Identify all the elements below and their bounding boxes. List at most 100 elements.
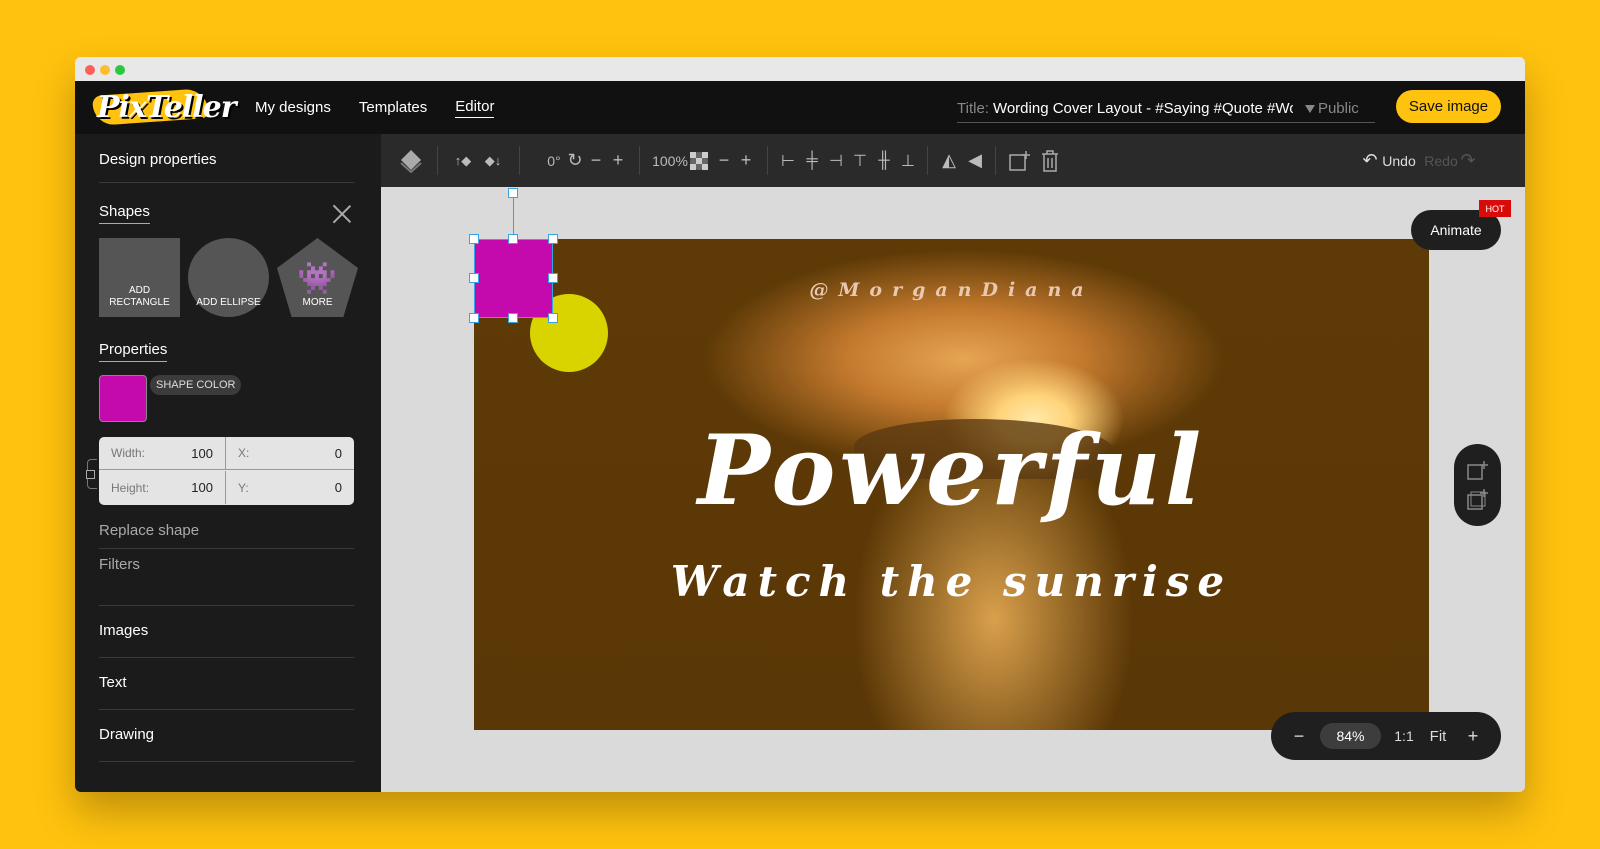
align-right-icon[interactable]: ⊣ — [825, 134, 847, 187]
zoom-fit-button[interactable]: Fit — [1423, 712, 1453, 760]
transparency-icon[interactable] — [689, 134, 709, 187]
redo-icon[interactable]: ↷ — [1459, 134, 1477, 187]
space-invader-icon: 👾 — [297, 260, 337, 296]
canvas-area[interactable]: @MorganDiana Powerful Watch the sunrise … — [381, 187, 1525, 792]
separator — [639, 146, 640, 175]
duplicate-icon[interactable] — [1007, 134, 1033, 187]
maximize-window-button[interactable] — [115, 65, 125, 75]
resize-handle-n[interactable] — [508, 234, 518, 244]
app-window: PixTeller My designs Templates Editor Ti… — [75, 57, 1525, 792]
design-image[interactable]: @MorganDiana Powerful Watch the sunrise — [474, 239, 1429, 730]
resize-handle-e[interactable] — [548, 273, 558, 283]
flip-horizontal-icon[interactable]: ◭ — [937, 134, 961, 187]
resize-handle-w[interactable] — [469, 273, 479, 283]
opacity-plus-icon[interactable]: + — [737, 134, 755, 187]
properties-title: Properties — [99, 341, 168, 362]
resize-handle-ne[interactable] — [548, 234, 558, 244]
height-value[interactable]: 100 — [191, 480, 213, 495]
separator — [927, 146, 928, 175]
width-label: Width: — [111, 446, 146, 460]
headline-text[interactable]: Powerful — [474, 414, 1429, 527]
rotate-icon[interactable]: ↻ — [565, 134, 585, 187]
y-value[interactable]: 0 — [335, 480, 342, 495]
dimensions-panel: Width: 100 X: 0 Height: 100 Y: 0 — [99, 437, 354, 505]
y-field[interactable]: Y: 0 — [226, 471, 354, 504]
resize-handle-s[interactable] — [508, 313, 518, 323]
flip-vertical-icon[interactable]: ◀ — [963, 134, 987, 187]
main-nav: My designs Templates Editor — [255, 81, 495, 134]
align-bottom-icon[interactable]: ⊥ — [897, 134, 919, 187]
handle-text[interactable]: @MorganDiana — [474, 279, 1429, 301]
resize-handle-se[interactable] — [548, 313, 558, 323]
save-image-button[interactable]: Save image — [1396, 90, 1501, 123]
duplicate-page-icon[interactable] — [1467, 488, 1489, 510]
lock-toggle[interactable] — [86, 470, 95, 479]
nav-editor[interactable]: Editor — [455, 98, 495, 118]
zoom-1to1-button[interactable]: 1:1 — [1389, 712, 1419, 760]
divider — [99, 761, 354, 762]
title-input[interactable]: Wording Cover Layout - #Saying #Quote #W… — [993, 100, 1293, 117]
add-page-icon[interactable] — [1467, 460, 1489, 480]
height-field[interactable]: Height: 100 — [99, 471, 226, 504]
align-top-icon[interactable]: ⊤ — [849, 134, 871, 187]
drawing-section[interactable]: Drawing — [99, 726, 154, 743]
x-field[interactable]: X: 0 — [226, 437, 354, 470]
pixteller-logo[interactable]: PixTeller — [85, 86, 236, 130]
visibility-dropdown[interactable]: Public — [1304, 100, 1359, 117]
trash-icon[interactable] — [1037, 134, 1063, 187]
minimize-window-button[interactable] — [100, 65, 110, 75]
align-middle-icon[interactable]: ╫ — [873, 134, 895, 187]
close-window-button[interactable] — [85, 65, 95, 75]
undo-icon[interactable]: ↶ — [1361, 134, 1379, 187]
close-icon[interactable] — [332, 204, 352, 224]
send-backward-icon[interactable]: ◆↓ — [479, 134, 507, 187]
hot-badge: HOT — [1479, 200, 1511, 217]
resize-handle-sw[interactable] — [469, 313, 479, 323]
separator — [767, 146, 768, 175]
images-section[interactable]: Images — [99, 622, 148, 639]
x-value[interactable]: 0 — [335, 446, 342, 461]
zoom-out-icon[interactable]: − — [1285, 712, 1313, 760]
filters-link[interactable]: Filters — [99, 556, 140, 573]
page-actions-pill — [1454, 444, 1501, 526]
bring-forward-icon[interactable]: ↑◆ — [449, 134, 477, 187]
selected-rectangle-shape[interactable] — [474, 239, 553, 318]
shape-color-swatch[interactable] — [99, 375, 147, 422]
separator — [437, 146, 438, 175]
nav-my-designs[interactable]: My designs — [255, 99, 331, 116]
logo-text: PixTeller — [97, 90, 236, 125]
rotate-handle[interactable] — [508, 188, 518, 198]
shape-color-label: SHAPE COLOR — [150, 375, 242, 395]
design-title-field[interactable]: Title: Wording Cover Layout - #Saying #Q… — [957, 95, 1375, 123]
separator — [519, 146, 520, 175]
opacity-minus-icon[interactable]: − — [715, 134, 733, 187]
add-rectangle-button[interactable]: ADD RECTANGLE — [99, 238, 180, 317]
replace-shape-link[interactable]: Replace shape — [99, 522, 199, 539]
visibility-label: Public — [1317, 100, 1359, 117]
width-field[interactable]: Width: 100 — [99, 437, 226, 470]
rotate-minus-icon[interactable]: − — [587, 134, 605, 187]
nav-templates[interactable]: Templates — [359, 99, 427, 116]
align-center-icon[interactable]: ╪ — [801, 134, 823, 187]
left-sidebar: Design properties Shapes ADD RECTANGLE A… — [75, 134, 381, 792]
text-section[interactable]: Text — [99, 674, 127, 691]
divider — [99, 657, 354, 658]
rotation-value: 0° — [547, 152, 561, 169]
rotate-plus-icon[interactable]: + — [609, 134, 627, 187]
width-value[interactable]: 100 — [191, 446, 213, 461]
redo-button[interactable]: Redo — [1423, 134, 1459, 187]
x-label: X: — [238, 446, 250, 460]
zoom-in-icon[interactable]: + — [1459, 712, 1487, 760]
subline-text[interactable]: Watch the sunrise — [474, 557, 1429, 606]
resize-handle-nw[interactable] — [469, 234, 479, 244]
zoom-value[interactable]: 84% — [1320, 723, 1381, 749]
align-left-icon[interactable]: ⊢ — [777, 134, 799, 187]
design-properties-link[interactable]: Design properties — [99, 151, 217, 168]
editor-toolbar: ↑◆ ◆↓ 0° ↻ − + 100% − + ⊢ ╪ ⊣ ⊤ ╫ ⊥ ◭ ◀ … — [381, 134, 1525, 187]
add-ellipse-button[interactable]: ADD ELLIPSE — [188, 238, 269, 317]
undo-button[interactable]: Undo — [1379, 134, 1419, 187]
rotation-line — [513, 193, 514, 239]
height-label: Height: — [111, 480, 150, 495]
separator — [995, 146, 996, 175]
layers-icon[interactable] — [395, 134, 427, 187]
